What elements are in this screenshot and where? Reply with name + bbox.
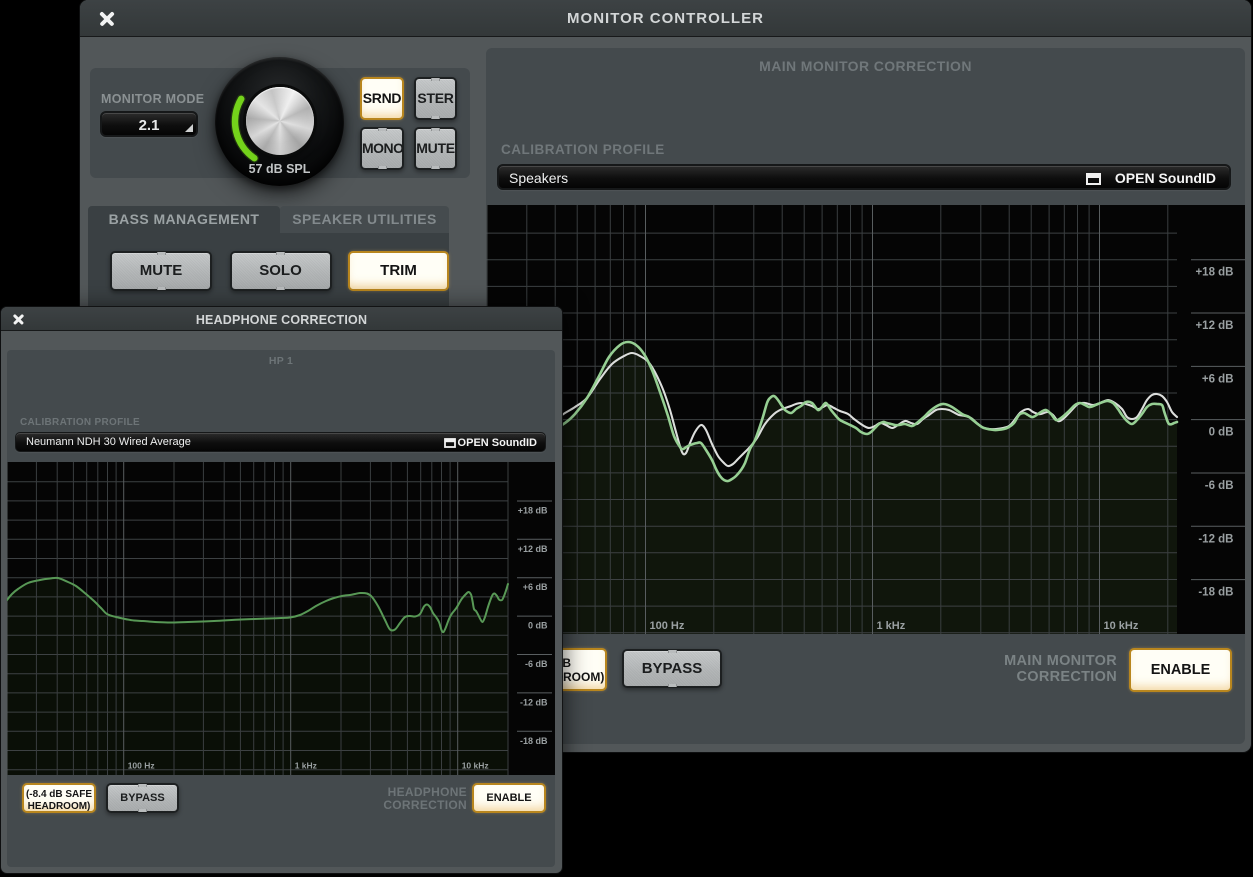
svg-text:-12 dB: -12 dB (520, 697, 548, 707)
svg-text:-12 dB: -12 dB (1198, 533, 1233, 545)
svg-text:+12 dB: +12 dB (1195, 320, 1233, 332)
svg-text:10 kHz: 10 kHz (462, 761, 489, 771)
svg-text:0 dB: 0 dB (1209, 427, 1234, 439)
svg-text:-18 dB: -18 dB (1198, 587, 1233, 599)
svg-text:0 dB: 0 dB (528, 621, 548, 631)
svg-text:100 Hz: 100 Hz (650, 620, 685, 632)
svg-text:+6 dB: +6 dB (523, 582, 548, 592)
svg-text:1 kHz: 1 kHz (295, 761, 317, 771)
svg-text:100 Hz: 100 Hz (128, 761, 155, 771)
svg-text:-18 dB: -18 dB (520, 736, 548, 746)
svg-text:10 kHz: 10 kHz (1104, 620, 1139, 632)
svg-text:+18 dB: +18 dB (518, 506, 548, 516)
svg-text:1 kHz: 1 kHz (877, 620, 906, 632)
svg-text:-6 dB: -6 dB (525, 659, 548, 669)
svg-text:+12 dB: +12 dB (518, 544, 548, 554)
svg-text:+18 dB: +18 dB (1195, 267, 1233, 279)
svg-text:+6 dB: +6 dB (1202, 373, 1234, 385)
svg-text:-6 dB: -6 dB (1205, 480, 1234, 492)
